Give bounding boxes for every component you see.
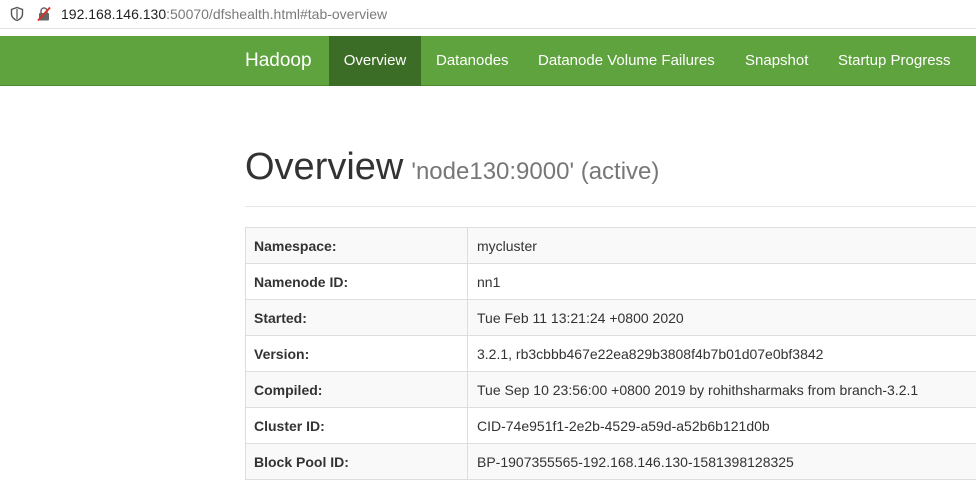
row-value: nn1 <box>467 263 976 300</box>
url-host: 192.168.146.130 <box>61 6 167 22</box>
browser-address-bar: 192.168.146.130:50070/dfshealth.html#tab… <box>0 0 976 29</box>
row-label: Namenode ID: <box>245 263 468 300</box>
row-label: Started: <box>245 299 468 336</box>
row-value: 3.2.1, rb3cbbb467e22ea829b3808f4b7b01d07… <box>467 335 976 372</box>
nav-tab-overview[interactable]: Overview <box>329 36 421 86</box>
table-row: Cluster ID: CID-74e951f1-2e2b-4529-a59d-… <box>245 407 976 444</box>
nav-tab-datanode-volume-failures[interactable]: Datanode Volume Failures <box>538 36 715 86</box>
table-row: Compiled: Tue Sep 10 23:56:00 +0800 2019… <box>245 371 976 408</box>
row-value: Tue Feb 11 13:21:24 +0800 2020 <box>467 299 976 336</box>
row-label: Namespace: <box>245 227 468 264</box>
table-row: Started: Tue Feb 11 13:21:24 +0800 2020 <box>245 299 976 336</box>
row-label: Cluster ID: <box>245 407 468 444</box>
row-value: CID-74e951f1-2e2b-4529-a59d-a52b6b121d0b <box>467 407 976 444</box>
row-label: Block Pool ID: <box>245 443 468 480</box>
url-field[interactable]: 192.168.146.130:50070/dfshealth.html#tab… <box>61 6 387 22</box>
table-row: Version: 3.2.1, rb3cbbb467e22ea829b3808f… <box>245 335 976 372</box>
page-title: Overview <box>245 146 404 188</box>
url-path: :50070/dfshealth.html#tab-overview <box>166 6 388 22</box>
nav-tab-datanodes[interactable]: Datanodes <box>436 36 509 86</box>
row-value: Tue Sep 10 23:56:00 +0800 2019 by rohith… <box>467 371 976 408</box>
header-divider <box>245 206 976 207</box>
row-value: mycluster <box>467 227 976 264</box>
shield-icon[interactable] <box>9 6 25 22</box>
table-row: Namespace: mycluster <box>245 227 976 264</box>
table-row: Block Pool ID: BP-1907355565-192.168.146… <box>245 443 976 480</box>
table-row: Namenode ID: nn1 <box>245 263 976 300</box>
not-secure-icon[interactable] <box>36 6 52 22</box>
overview-table: Namespace: mycluster Namenode ID: nn1 St… <box>245 227 976 480</box>
row-label: Compiled: <box>245 371 468 408</box>
top-navbar: Hadoop Overview Datanodes Datanode Volum… <box>0 36 976 86</box>
nav-tab-snapshot[interactable]: Snapshot <box>745 36 808 86</box>
page-subtitle: 'node130:9000' (active) <box>411 158 660 185</box>
row-value: BP-1907355565-192.168.146.130-1581398128… <box>467 443 976 480</box>
row-label: Version: <box>245 335 468 372</box>
page-header: Overview 'node130:9000' (active) <box>245 146 659 189</box>
navbar-brand[interactable]: Hadoop <box>245 36 312 86</box>
nav-tab-startup-progress[interactable]: Startup Progress <box>838 36 951 86</box>
